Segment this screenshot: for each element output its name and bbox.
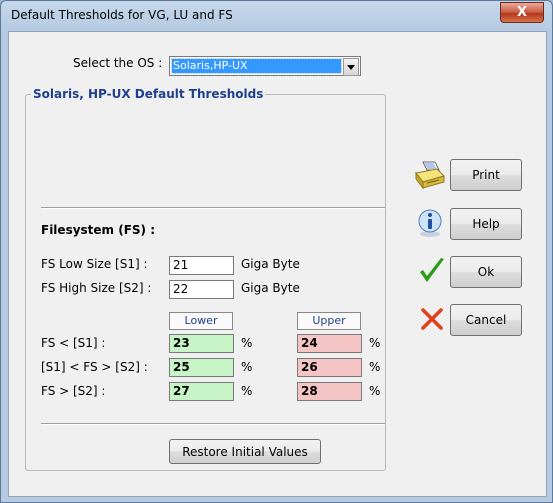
separator-bottom [41, 423, 385, 425]
percent-label: % [241, 384, 253, 398]
fs-high-size-label: FS High Size [S2] : [41, 281, 152, 295]
percent-label: % [241, 336, 253, 350]
group-title: Solaris, HP-UX Default Thresholds [31, 87, 266, 101]
os-select-value: Solaris,HP-UX [171, 58, 342, 74]
fs-low-size-label: FS Low Size [S1] : [41, 257, 148, 271]
dialog-client-area: Select the OS : Solaris,HP-UX Solaris, H… [8, 31, 547, 497]
help-button[interactable]: Help [450, 208, 522, 240]
fs-upper-input-1[interactable]: 24 [297, 334, 362, 353]
fs-lower-input-2[interactable]: 25 [169, 358, 234, 377]
filesystem-heading: Filesystem (FS) : [41, 223, 156, 237]
fs-low-size-unit: Giga Byte [241, 257, 300, 271]
window-title: Default Thresholds for VG, LU and FS [11, 8, 233, 22]
fs-row-label-2: [S1] < FS > [S2] : [41, 360, 148, 374]
percent-label: % [369, 384, 381, 398]
cancel-button[interactable]: Cancel [450, 304, 522, 336]
os-select-label: Select the OS : [73, 56, 163, 70]
ok-button[interactable]: Ok [450, 256, 522, 288]
chevron-down-icon[interactable] [343, 58, 359, 76]
fs-row-label-3: FS > [S2] : [41, 384, 106, 398]
percent-label: % [369, 360, 381, 374]
fs-lower-input-3[interactable]: 27 [169, 382, 234, 401]
print-button[interactable]: Print [450, 159, 522, 191]
cross-icon [419, 306, 451, 338]
percent-label: % [241, 360, 253, 374]
percent-label: % [369, 336, 381, 350]
fs-upper-input-3[interactable]: 28 [297, 382, 362, 401]
upper-column-header: Upper [297, 312, 361, 330]
title-bar[interactable]: Default Thresholds for VG, LU and FS X [1, 1, 552, 31]
lower-column-header: Lower [169, 312, 233, 330]
separator-top [41, 207, 385, 209]
fs-upper-input-2[interactable]: 26 [297, 358, 362, 377]
close-button[interactable]: X [500, 2, 544, 23]
os-select-dropdown[interactable]: Solaris,HP-UX [169, 56, 361, 76]
info-icon [417, 208, 449, 240]
checkmark-icon [417, 256, 449, 288]
fs-row-label-1: FS < [S1] : [41, 336, 106, 350]
fs-lower-input-1[interactable]: 23 [169, 334, 234, 353]
close-icon: X [516, 5, 528, 20]
printer-icon [413, 160, 445, 192]
restore-initial-values-button[interactable]: Restore Initial Values [169, 439, 321, 464]
fs-low-size-input[interactable]: 21 [169, 256, 234, 275]
fs-high-size-input[interactable]: 22 [169, 280, 234, 299]
fs-high-size-unit: Giga Byte [241, 281, 300, 295]
dialog-window: Default Thresholds for VG, LU and FS X S… [0, 0, 553, 503]
